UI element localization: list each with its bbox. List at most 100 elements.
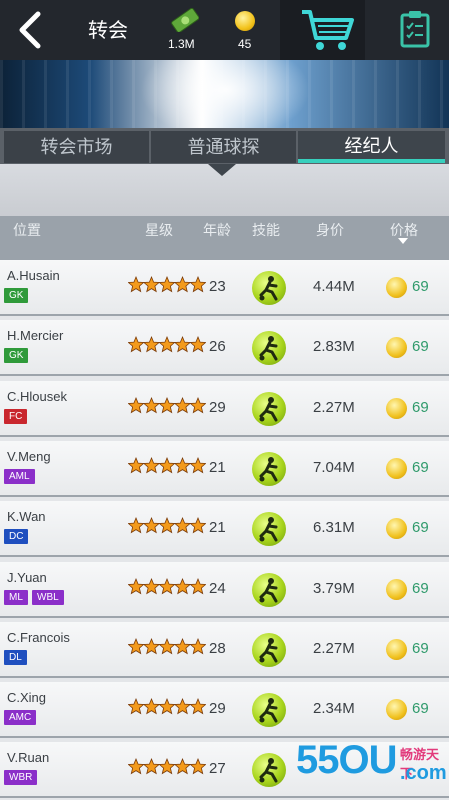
- position-badge: AMC: [4, 710, 37, 726]
- coin-icon: [386, 638, 407, 660]
- player-age: 24: [209, 579, 226, 597]
- player-age: 29: [209, 700, 226, 718]
- chevron-left-icon: [19, 11, 41, 49]
- coin-icon: [386, 518, 407, 540]
- player-price[interactable]: 69: [412, 700, 429, 717]
- player-name: V.Meng: [7, 448, 51, 464]
- skill-icon[interactable]: [252, 331, 286, 366]
- star-rating: [127, 455, 207, 477]
- player-row[interactable]: A.Husain GK 23 4.44M 69: [0, 260, 449, 316]
- player-age: 23: [209, 278, 226, 295]
- back-button[interactable]: [8, 6, 48, 54]
- star-rating: [127, 334, 207, 356]
- header-value[interactable]: 身价: [316, 216, 344, 244]
- position-badge: GK: [4, 348, 29, 364]
- star-rating-icon: [127, 698, 207, 715]
- cash-value: 1.3M: [168, 37, 195, 51]
- shopping-cart-button[interactable]: [280, 0, 365, 60]
- player-price[interactable]: 69: [412, 399, 429, 416]
- player-price[interactable]: 69: [412, 519, 429, 536]
- star-rating: [127, 395, 207, 417]
- player-row[interactable]: J.Yuan ML WBL 24 3.79M 69: [0, 561, 449, 618]
- kicking-player-icon: [259, 276, 278, 301]
- player-name: C.Hlousek: [7, 388, 67, 404]
- player-name: J.Yuan: [7, 569, 47, 585]
- top-bar: [0, 0, 449, 60]
- star-rating: [127, 636, 207, 658]
- coin-icon: [386, 397, 407, 419]
- header-stars[interactable]: 星级: [145, 216, 173, 244]
- player-age: 21: [209, 519, 226, 537]
- skill-icon[interactable]: [252, 753, 286, 788]
- player-row[interactable]: K.Wan DC 21 6.31M 69: [0, 501, 449, 558]
- player-price[interactable]: 69: [412, 640, 429, 657]
- player-row[interactable]: C.Francois DL 28 2.27M 69: [0, 621, 449, 678]
- player-value: 7.04M: [313, 458, 355, 476]
- player-row[interactable]: C.Xing AMC 29 2.34M 69: [0, 682, 449, 739]
- player-price[interactable]: 69: [412, 278, 429, 295]
- skill-icon[interactable]: [252, 512, 286, 547]
- player-age: 21: [209, 458, 226, 476]
- skill-icon[interactable]: [252, 451, 286, 486]
- player-age: 29: [209, 398, 226, 416]
- header-skill[interactable]: 技能: [252, 216, 280, 244]
- player-price[interactable]: 69: [412, 580, 429, 597]
- kicking-player-icon: [259, 577, 278, 602]
- star-rating-icon: [127, 396, 207, 413]
- tab-pointer: [208, 164, 236, 176]
- player-price[interactable]: 69: [412, 459, 429, 476]
- tab-scout[interactable]: 普通球探: [151, 131, 296, 163]
- player-row[interactable]: V.Meng AML 21 7.04M 69: [0, 440, 449, 497]
- player-value: 2.83M: [313, 338, 355, 356]
- banner-glow: [140, 60, 310, 128]
- position-badge: GK: [4, 288, 29, 303]
- coin-icon: [235, 11, 255, 31]
- kicking-player-icon: [259, 396, 278, 422]
- player-name: H.Mercier: [7, 328, 64, 344]
- player-name: C.Francois: [7, 629, 70, 645]
- player-name: V.Ruan: [7, 750, 50, 766]
- player-row[interactable]: H.Mercier GK 26 2.83M 69: [0, 320, 449, 377]
- header-position[interactable]: 位置: [13, 216, 41, 244]
- player-age: 27: [209, 760, 226, 778]
- coin-icon: [386, 578, 407, 600]
- player-value: 6.31M: [313, 519, 355, 537]
- star-rating-icon: [127, 577, 207, 594]
- star-rating: [127, 515, 207, 537]
- tab-agent[interactable]: 经纪人: [298, 131, 445, 163]
- coin-icon: [386, 699, 407, 721]
- coin-value: 45: [238, 37, 252, 51]
- skill-icon[interactable]: [252, 271, 286, 305]
- position-badge: ML: [4, 589, 28, 605]
- player-row[interactable]: C.Hlousek FC 29 2.27M 69: [0, 380, 449, 437]
- player-value: 2.27M: [313, 639, 355, 657]
- clipboard-icon: [400, 11, 430, 48]
- skill-icon[interactable]: [252, 391, 286, 426]
- player-price[interactable]: 69: [412, 338, 429, 355]
- skill-icon[interactable]: [252, 693, 286, 728]
- kicking-player-icon: [259, 336, 278, 361]
- player-value: 2.34M: [313, 700, 355, 718]
- player-age: 28: [209, 639, 226, 657]
- star-rating: [127, 756, 207, 778]
- star-rating-icon: [127, 336, 207, 353]
- player-value: 2.27M: [313, 398, 355, 416]
- clipboard-button[interactable]: [393, 8, 437, 52]
- star-rating: [127, 274, 207, 296]
- coin-icon: [386, 337, 407, 359]
- sort-down-icon: [398, 238, 408, 244]
- position-badge: AML: [4, 468, 35, 484]
- star-rating-icon: [127, 517, 207, 534]
- player-value: 3.79M: [313, 579, 355, 597]
- player-value: 4.44M: [313, 278, 355, 295]
- cash-icon: [171, 7, 200, 33]
- skill-icon[interactable]: [252, 632, 286, 667]
- position-badge: WBL: [32, 589, 64, 605]
- position-badge: FC: [4, 408, 28, 424]
- watermark-logo: 55OU 畅游天下 .com: [296, 738, 447, 796]
- skill-icon[interactable]: [252, 572, 286, 607]
- header-age[interactable]: 年龄: [203, 216, 231, 244]
- watermark-com-text: .com: [400, 762, 447, 784]
- tab-transfer-market[interactable]: 转会市场: [4, 131, 149, 163]
- kicking-player-icon: [259, 637, 278, 663]
